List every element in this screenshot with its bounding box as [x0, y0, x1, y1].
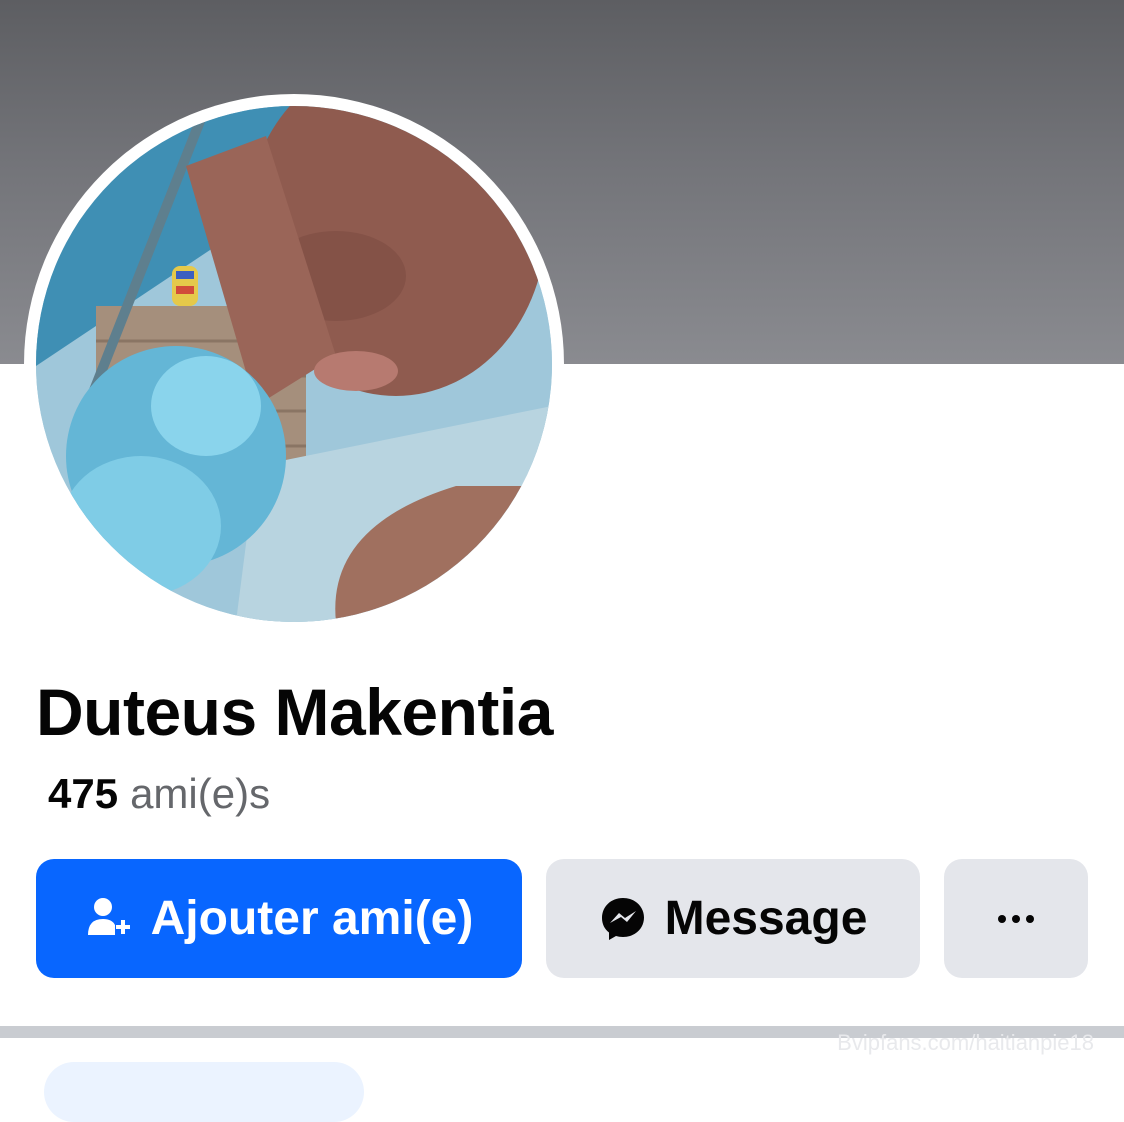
add-friend-button[interactable]: Ajouter ami(e)	[36, 859, 522, 978]
messenger-icon	[599, 895, 647, 943]
person-plus-icon	[85, 895, 133, 943]
next-section-pill[interactable]	[44, 1062, 364, 1122]
watermark-text: Bvipfans.com/haitianpie18	[837, 1030, 1094, 1055]
profile-photo-image	[36, 106, 552, 622]
more-dots-icon	[996, 913, 1036, 925]
more-options-button[interactable]	[944, 859, 1088, 978]
friends-count[interactable]: 475 ami(e)s	[48, 770, 270, 818]
friends-count-number: 475	[48, 770, 119, 817]
message-label: Message	[664, 892, 868, 945]
message-button[interactable]: Message	[546, 859, 920, 978]
profile-name: Duteus Makentia	[36, 675, 553, 749]
friends-count-label: ami(e)s	[130, 770, 271, 817]
add-friend-label: Ajouter ami(e)	[150, 892, 474, 945]
profile-picture[interactable]	[36, 106, 552, 622]
profile-picture-frame	[24, 94, 564, 634]
